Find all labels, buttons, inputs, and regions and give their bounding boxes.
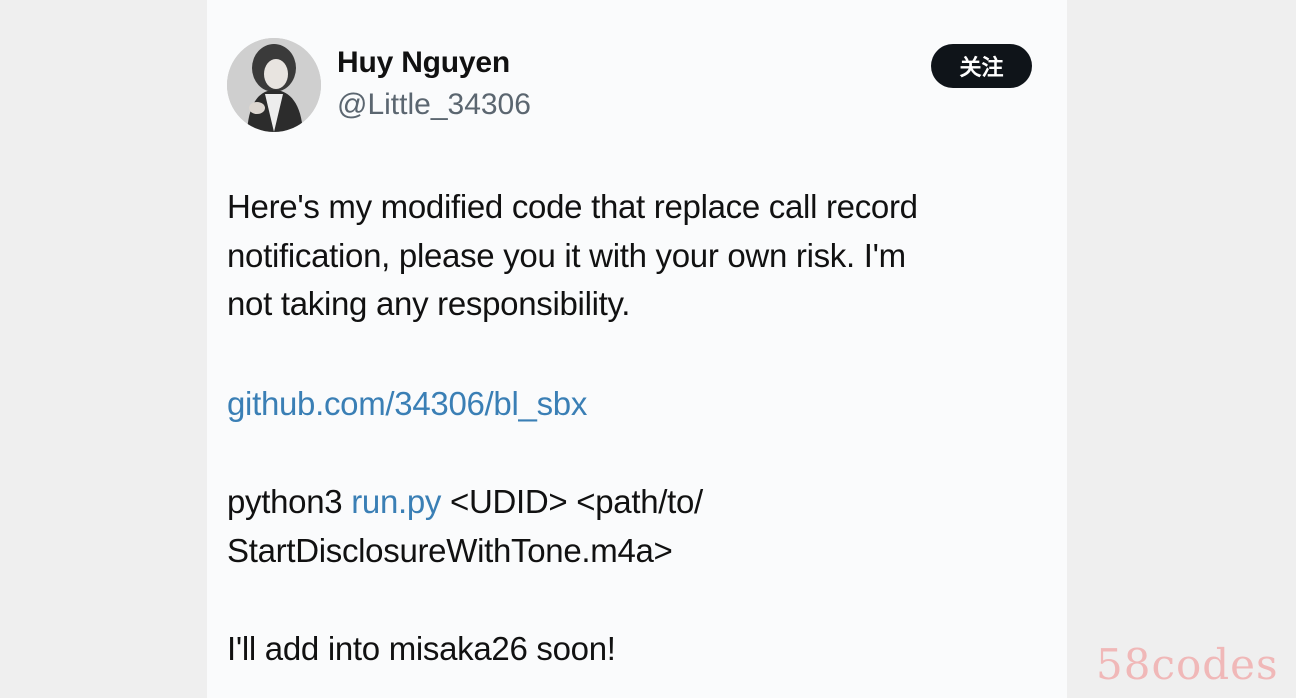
- tweet-text-line-3: not taking any responsibility.: [227, 285, 631, 322]
- avatar-photo-icon: [227, 38, 321, 132]
- tweet-card: [207, 0, 1067, 698]
- tweet-command-line-2: StartDisclosureWithTone.m4a>: [227, 532, 673, 569]
- avatar[interactable]: [227, 38, 321, 132]
- tweet-text-line-2: notification, please you it with your ow…: [227, 237, 906, 274]
- author-handle[interactable]: @Little_34306: [337, 88, 531, 122]
- follow-button[interactable]: 关注: [931, 44, 1032, 88]
- tweet-command-line-1: python3 run.py <UDID> <path/to/: [227, 483, 703, 521]
- command-suffix: <UDID> <path/to/: [441, 483, 703, 520]
- github-link[interactable]: github.com/34306/bl_sbx: [227, 385, 587, 422]
- tweet-link-line: github.com/34306/bl_sbx: [227, 385, 587, 423]
- run-py-link[interactable]: run.py: [351, 483, 441, 520]
- watermark: 58codes: [1096, 640, 1279, 689]
- command-prefix: python3: [227, 483, 352, 520]
- tweet-closing-line: I'll add into misaka26 soon!: [227, 630, 616, 667]
- tweet-text-line-1: Here's my modified code that replace cal…: [227, 188, 918, 225]
- page: Huy Nguyen @Little_34306 关注 Here's my mo…: [0, 0, 1296, 698]
- author-display-name[interactable]: Huy Nguyen: [337, 46, 510, 80]
